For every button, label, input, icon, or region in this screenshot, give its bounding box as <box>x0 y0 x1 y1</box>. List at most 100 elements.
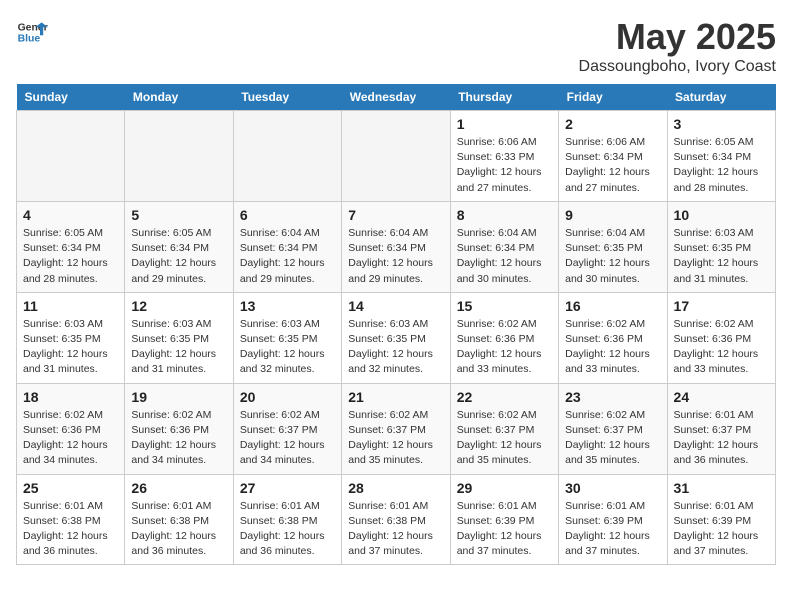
weekday-header-monday: Monday <box>125 84 233 111</box>
day-number: 12 <box>131 298 226 314</box>
weekday-header-wednesday: Wednesday <box>342 84 450 111</box>
calendar-cell: 5 Sunrise: 6:05 AM Sunset: 6:34 PM Daylig… <box>125 201 233 292</box>
day-number: 31 <box>674 480 769 496</box>
day-number: 3 <box>674 116 769 132</box>
weekday-header-sunday: Sunday <box>17 84 125 111</box>
calendar-cell: 7 Sunrise: 6:04 AM Sunset: 6:34 PM Daylig… <box>342 201 450 292</box>
calendar-cell: 23 Sunrise: 6:02 AM Sunset: 6:37 PM Dayli… <box>559 383 667 474</box>
day-info: Sunrise: 6:05 AM Sunset: 6:34 PM Dayligh… <box>674 135 769 196</box>
day-info: Sunrise: 6:01 AM Sunset: 6:39 PM Dayligh… <box>457 499 552 560</box>
day-number: 14 <box>348 298 443 314</box>
calendar-week-1: 1Sunrise: 6:06 AM Sunset: 6:33 PM Daylig… <box>17 111 776 202</box>
day-number: 25 <box>23 480 118 496</box>
day-info: Sunrise: 6:04 AM Sunset: 6:34 PM Dayligh… <box>240 226 335 287</box>
day-info: Sunrise: 6:03 AM Sunset: 6:35 PM Dayligh… <box>674 226 769 287</box>
day-info: Sunrise: 6:05 AM Sunset: 6:34 PM Dayligh… <box>131 226 226 287</box>
day-info: Sunrise: 6:03 AM Sunset: 6:35 PM Dayligh… <box>240 317 335 378</box>
day-number: 2 <box>565 116 660 132</box>
day-info: Sunrise: 6:02 AM Sunset: 6:36 PM Dayligh… <box>674 317 769 378</box>
calendar-cell: 21 Sunrise: 6:02 AM Sunset: 6:37 PM Dayli… <box>342 383 450 474</box>
day-number: 7 <box>348 207 443 223</box>
calendar-cell: 8 Sunrise: 6:04 AM Sunset: 6:34 PM Daylig… <box>450 201 558 292</box>
day-number: 20 <box>240 389 335 405</box>
day-info: Sunrise: 6:02 AM Sunset: 6:36 PM Dayligh… <box>457 317 552 378</box>
calendar-cell: 6Sunrise: 6:04 AM Sunset: 6:34 PM Daylig… <box>233 201 341 292</box>
day-info: Sunrise: 6:04 AM Sunset: 6:34 PM Dayligh… <box>348 226 443 287</box>
calendar-cell: 18Sunrise: 6:02 AM Sunset: 6:36 PM Dayli… <box>17 383 125 474</box>
day-info: Sunrise: 6:02 AM Sunset: 6:37 PM Dayligh… <box>240 408 335 469</box>
calendar-cell: 10 Sunrise: 6:03 AM Sunset: 6:35 PM Dayli… <box>667 201 775 292</box>
calendar-cell: 29 Sunrise: 6:01 AM Sunset: 6:39 PM Dayli… <box>450 474 558 565</box>
day-number: 8 <box>457 207 552 223</box>
calendar-cell: 12 Sunrise: 6:03 AM Sunset: 6:35 PM Dayli… <box>125 292 233 383</box>
calendar-week-4: 18Sunrise: 6:02 AM Sunset: 6:36 PM Dayli… <box>17 383 776 474</box>
day-info: Sunrise: 6:02 AM Sunset: 6:37 PM Dayligh… <box>565 408 660 469</box>
calendar-cell: 11Sunrise: 6:03 AM Sunset: 6:35 PM Dayli… <box>17 292 125 383</box>
day-number: 17 <box>674 298 769 314</box>
calendar-cell: 24 Sunrise: 6:01 AM Sunset: 6:37 PM Dayli… <box>667 383 775 474</box>
svg-text:Blue: Blue <box>18 34 41 45</box>
day-info: Sunrise: 6:01 AM Sunset: 6:39 PM Dayligh… <box>565 499 660 560</box>
day-number: 30 <box>565 480 660 496</box>
logo: General Blue <box>16 16 48 48</box>
day-info: Sunrise: 6:01 AM Sunset: 6:38 PM Dayligh… <box>240 499 335 560</box>
day-info: Sunrise: 6:05 AM Sunset: 6:34 PM Dayligh… <box>23 226 118 287</box>
day-info: Sunrise: 6:01 AM Sunset: 6:37 PM Dayligh… <box>674 408 769 469</box>
calendar-cell: 9 Sunrise: 6:04 AM Sunset: 6:35 PM Daylig… <box>559 201 667 292</box>
day-info: Sunrise: 6:02 AM Sunset: 6:37 PM Dayligh… <box>348 408 443 469</box>
calendar-cell: 31 Sunrise: 6:01 AM Sunset: 6:39 PM Dayli… <box>667 474 775 565</box>
calendar-cell: 25Sunrise: 6:01 AM Sunset: 6:38 PM Dayli… <box>17 474 125 565</box>
day-number: 29 <box>457 480 552 496</box>
logo-icon: General Blue <box>16 16 48 48</box>
day-number: 27 <box>240 480 335 496</box>
day-info: Sunrise: 6:06 AM Sunset: 6:34 PM Dayligh… <box>565 135 660 196</box>
calendar-cell: 1Sunrise: 6:06 AM Sunset: 6:33 PM Daylig… <box>450 111 558 202</box>
calendar-cell: 14 Sunrise: 6:03 AM Sunset: 6:35 PM Dayli… <box>342 292 450 383</box>
day-info: Sunrise: 6:02 AM Sunset: 6:37 PM Dayligh… <box>457 408 552 469</box>
calendar-cell: 17 Sunrise: 6:02 AM Sunset: 6:36 PM Dayli… <box>667 292 775 383</box>
calendar-cell: 20 Sunrise: 6:02 AM Sunset: 6:37 PM Dayli… <box>233 383 341 474</box>
day-info: Sunrise: 6:02 AM Sunset: 6:36 PM Dayligh… <box>131 408 226 469</box>
day-number: 26 <box>131 480 226 496</box>
day-number: 4 <box>23 207 118 223</box>
day-info: Sunrise: 6:01 AM Sunset: 6:39 PM Dayligh… <box>674 499 769 560</box>
day-number: 23 <box>565 389 660 405</box>
day-number: 9 <box>565 207 660 223</box>
calendar-cell: 26 Sunrise: 6:01 AM Sunset: 6:38 PM Dayli… <box>125 474 233 565</box>
day-number: 19 <box>131 389 226 405</box>
calendar-cell <box>342 111 450 202</box>
title-area: May 2025 Dassoungboho, Ivory Coast <box>579 16 776 76</box>
calendar-cell: 27 Sunrise: 6:01 AM Sunset: 6:38 PM Dayli… <box>233 474 341 565</box>
day-info: Sunrise: 6:01 AM Sunset: 6:38 PM Dayligh… <box>131 499 226 560</box>
weekday-header-thursday: Thursday <box>450 84 558 111</box>
day-number: 1 <box>457 116 552 132</box>
day-number: 21 <box>348 389 443 405</box>
calendar-cell <box>125 111 233 202</box>
calendar-week-3: 11 Sunrise: 6:03 AM Sunset: 6:35 PM Dayli… <box>17 292 776 383</box>
calendar-cell <box>233 111 341 202</box>
calendar-cell: 22 Sunrise: 6:02 AM Sunset: 6:37 PM Dayli… <box>450 383 558 474</box>
weekday-header-tuesday: Tuesday <box>233 84 341 111</box>
day-number: 16 <box>565 298 660 314</box>
calendar-cell: 3 Sunrise: 6:05 AM Sunset: 6:34 PM Daylig… <box>667 111 775 202</box>
day-number: 10 <box>674 207 769 223</box>
header: General Blue May 2025 Dassoungboho, Ivor… <box>16 16 776 76</box>
day-number: 24 <box>674 389 769 405</box>
location-subtitle: Dassoungboho, Ivory Coast <box>579 58 776 76</box>
calendar-cell: 30 Sunrise: 6:01 AM Sunset: 6:39 PM Dayli… <box>559 474 667 565</box>
weekday-header-row: SundayMondayTuesdayWednesdayThursdayFrid… <box>17 84 776 111</box>
day-info: Sunrise: 6:03 AM Sunset: 6:35 PM Dayligh… <box>131 317 226 378</box>
calendar-cell: 2 Sunrise: 6:06 AM Sunset: 6:34 PM Daylig… <box>559 111 667 202</box>
day-number: 11 <box>23 298 118 314</box>
day-info: Sunrise: 6:04 AM Sunset: 6:35 PM Dayligh… <box>565 226 660 287</box>
day-number: 5 <box>131 207 226 223</box>
day-info: Sunrise: 6:03 AM Sunset: 6:35 PM Dayligh… <box>348 317 443 378</box>
day-number: 15 <box>457 298 552 314</box>
calendar-cell <box>17 111 125 202</box>
day-number: 22 <box>457 389 552 405</box>
weekday-header-friday: Friday <box>559 84 667 111</box>
day-info: Sunrise: 6:04 AM Sunset: 6:34 PM Dayligh… <box>457 226 552 287</box>
day-number: 13 <box>240 298 335 314</box>
calendar-cell: 13 Sunrise: 6:03 AM Sunset: 6:35 PM Dayli… <box>233 292 341 383</box>
day-info: Sunrise: 6:02 AM Sunset: 6:36 PM Dayligh… <box>23 408 118 469</box>
